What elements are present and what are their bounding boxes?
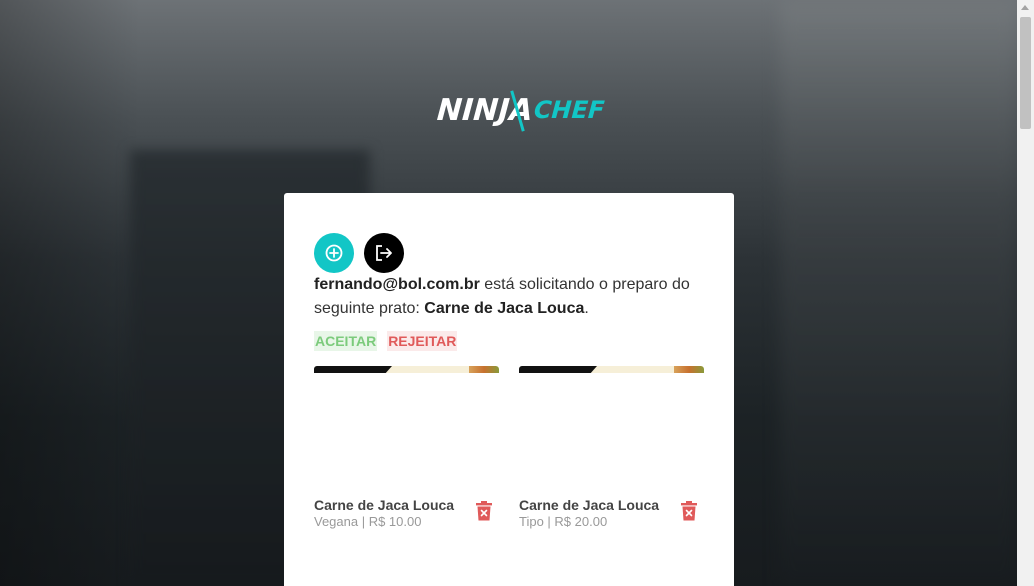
scroll-up-arrow-icon[interactable] [1021,5,1029,10]
trash-icon[interactable] [475,501,493,521]
accept-button[interactable]: ACEITAR [314,331,378,351]
add-dish-button[interactable] [314,233,354,273]
requested-dish-name: Carne de Jaca Louca [424,300,585,317]
logout-button[interactable] [364,233,404,273]
request-message: fernando@bol.com.br está solicitando o p… [314,273,704,321]
page-scrollbar[interactable] [1017,0,1034,586]
dish-image [314,366,499,373]
dish-meta: Vegana | R$ 10.00 [314,514,422,529]
dish-image [519,366,704,373]
request-actions: ACEITAR REJEITAR [314,331,458,351]
plus-circle-icon [325,244,343,262]
main-card: fernando@bol.com.br está solicitando o p… [284,193,734,586]
reject-button[interactable]: REJEITAR [387,331,458,351]
requester-email: fernando@bol.com.br [314,276,480,293]
ninjachef-logo: NINJA CHEF [436,88,606,132]
dish-card: Carne de Jaca Louca Tipo | R$ 20.00 [519,366,704,536]
dish-name: Carne de Jaca Louca [519,497,660,513]
dish-card: Carne de Jaca Louca Vegana | R$ 10.00 [314,366,499,536]
logo-chef-text: CHEF [532,96,606,124]
dish-meta: Tipo | R$ 20.00 [519,514,608,529]
request-text-end: . [584,300,589,317]
logout-icon [376,245,392,261]
trash-icon[interactable] [680,501,698,521]
dish-name: Carne de Jaca Louca [314,497,455,513]
scrollbar-thumb[interactable] [1020,17,1031,129]
